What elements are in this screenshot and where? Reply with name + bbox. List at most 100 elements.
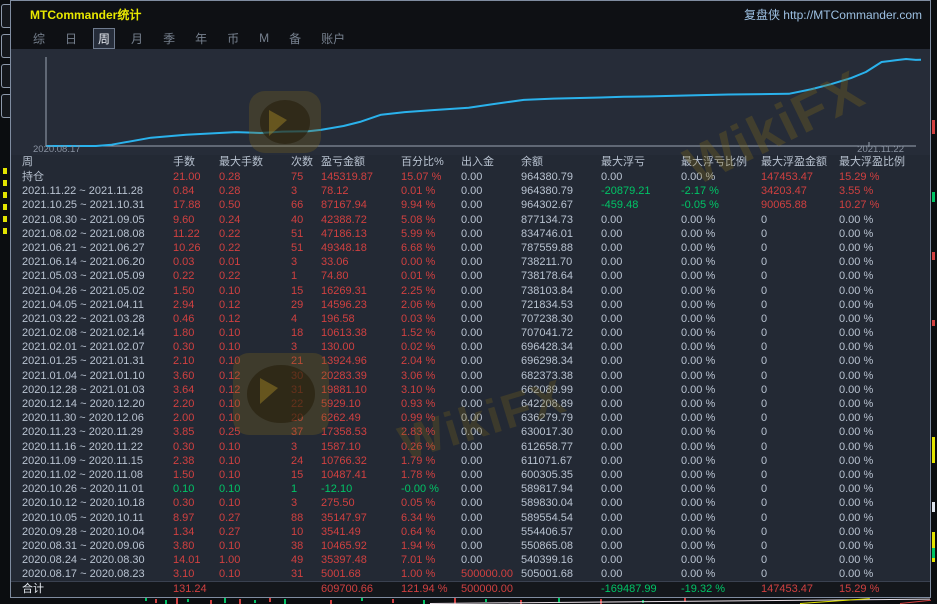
- tab-综[interactable]: 综: [29, 29, 49, 48]
- value-cell: 0.00: [461, 383, 521, 397]
- period-cell: 2021.01.25 ~ 2021.01.31: [22, 354, 173, 368]
- period-cell: 2020.11.16 ~ 2020.11.22: [22, 440, 173, 454]
- balance-curve-svg: [11, 49, 930, 148]
- table-row[interactable]: 2020.08.31 ~ 2020.09.063.800.103810465.9…: [11, 539, 930, 553]
- tab-M[interactable]: M: [255, 30, 273, 46]
- value-cell: 0.00: [461, 340, 521, 354]
- table-row[interactable]: 2020.12.14 ~ 2020.12.202.200.10225929.10…: [11, 397, 930, 411]
- value-cell: 0.00: [461, 511, 521, 525]
- value-cell: 0.00: [461, 397, 521, 411]
- value-cell: 0.00 %: [839, 312, 919, 326]
- background-candle: [254, 600, 256, 603]
- value-cell: 0.00 %: [839, 255, 919, 269]
- value-cell: 最大浮亏比例: [681, 155, 761, 170]
- value-cell: 611071.67: [521, 454, 601, 468]
- background-candle: [932, 252, 935, 260]
- table-row[interactable]: 2021.02.08 ~ 2021.02.141.800.101810613.3…: [11, 326, 930, 340]
- table-row[interactable]: 2020.10.12 ~ 2020.10.180.300.103275.500.…: [11, 496, 930, 510]
- value-cell: 6.34 %: [401, 511, 461, 525]
- value-cell: 0.00: [601, 269, 681, 283]
- table-row[interactable]: 2021.08.30 ~ 2021.09.059.600.244042388.7…: [11, 213, 930, 227]
- tab-周[interactable]: 周: [93, 28, 115, 49]
- value-cell: 88: [291, 511, 321, 525]
- value-cell: 21.00: [173, 170, 219, 184]
- table-row[interactable]: 2020.08.17 ~ 2020.08.233.100.10315001.68…: [11, 567, 930, 581]
- value-cell: 0.01: [219, 255, 291, 269]
- value-cell: 589554.54: [521, 511, 601, 525]
- value-cell: 0.00: [461, 170, 521, 184]
- table-row[interactable]: 2021.01.04 ~ 2021.01.103.600.123020283.3…: [11, 369, 930, 383]
- value-cell: 0.01 %: [401, 184, 461, 198]
- table-row[interactable]: 2021.11.22 ~ 2021.11.280.840.28378.120.0…: [11, 184, 930, 198]
- value-cell: 0.00 %: [839, 340, 919, 354]
- value-cell: 0.00 %: [681, 298, 761, 312]
- table-row[interactable]: 2020.10.26 ~ 2020.11.010.100.101-12.10-0…: [11, 482, 930, 496]
- period-cell: 2021.02.08 ~ 2021.02.14: [22, 326, 173, 340]
- value-cell: 0.00: [601, 298, 681, 312]
- value-cell: 0.00 %: [681, 269, 761, 283]
- period-cell: 2021.02.01 ~ 2021.02.07: [22, 340, 173, 354]
- total-row[interactable]: 合计131.24609700.66121.94 %500000.00-16948…: [11, 581, 930, 596]
- background-candle: [423, 600, 425, 604]
- table-row[interactable]: 2021.10.25 ~ 2021.10.3117.880.506687167.…: [11, 198, 930, 212]
- table-row[interactable]: 2020.11.30 ~ 2020.12.062.000.10206262.49…: [11, 411, 930, 425]
- value-cell: 0.00: [601, 213, 681, 227]
- value-cell: 3.60: [173, 369, 219, 383]
- tab-日[interactable]: 日: [61, 29, 81, 48]
- period-cell: 2021.05.03 ~ 2021.05.09: [22, 269, 173, 283]
- table-row[interactable]: 2020.11.16 ~ 2020.11.220.300.1031587.100…: [11, 440, 930, 454]
- value-cell: 964302.67: [521, 198, 601, 212]
- value-cell: 0: [761, 354, 839, 368]
- table-row[interactable]: 2021.05.03 ~ 2021.05.090.220.22174.800.0…: [11, 269, 930, 283]
- value-cell: 0.00: [461, 440, 521, 454]
- background-candle: [224, 598, 226, 603]
- table-row[interactable]: 持仓21.000.2875145319.8715.07 %0.00964380.…: [11, 170, 930, 184]
- table-row[interactable]: 2021.03.22 ~ 2021.03.280.460.124196.580.…: [11, 312, 930, 326]
- value-cell: 0.00: [601, 511, 681, 525]
- value-cell: 0.00: [601, 539, 681, 553]
- value-cell: 0.00 %: [839, 539, 919, 553]
- value-cell: 0.00: [461, 198, 521, 212]
- table-row[interactable]: 2020.11.09 ~ 2020.11.152.380.102410766.3…: [11, 454, 930, 468]
- value-cell: 147453.47: [761, 170, 839, 184]
- value-cell: 0.00 %: [839, 354, 919, 368]
- value-cell: 0.00 %: [839, 298, 919, 312]
- period-cell: 2021.08.02 ~ 2021.08.08: [22, 227, 173, 241]
- value-cell: 3.80: [173, 539, 219, 553]
- table-row[interactable]: 2021.04.26 ~ 2021.05.021.500.101516269.3…: [11, 284, 930, 298]
- value-cell: 0: [761, 496, 839, 510]
- value-cell: -0.00 %: [401, 482, 461, 496]
- value-cell: [219, 582, 291, 596]
- tab-季[interactable]: 季: [159, 29, 179, 48]
- tab-账户[interactable]: 账户: [317, 29, 349, 48]
- tab-年[interactable]: 年: [191, 29, 211, 48]
- value-cell: 14596.23: [321, 298, 401, 312]
- value-cell: 196.58: [321, 312, 401, 326]
- table-row[interactable]: 2020.10.05 ~ 2020.10.118.970.278835147.9…: [11, 511, 930, 525]
- value-cell: 10766.32: [321, 454, 401, 468]
- tab-币[interactable]: 币: [223, 29, 243, 48]
- brand-link[interactable]: 复盘侠 http://MTCommander.com: [744, 6, 922, 23]
- tab-月[interactable]: 月: [127, 29, 147, 48]
- table-row[interactable]: 2020.09.28 ~ 2020.10.041.340.27103541.49…: [11, 525, 930, 539]
- value-cell: 3.06 %: [401, 369, 461, 383]
- table-row[interactable]: 2021.08.02 ~ 2021.08.0811.220.225147186.…: [11, 227, 930, 241]
- value-cell: 30: [291, 369, 321, 383]
- tab-备[interactable]: 备: [285, 29, 305, 48]
- table-row[interactable]: 2021.01.25 ~ 2021.01.312.100.102113924.9…: [11, 354, 930, 368]
- table-row[interactable]: 2021.02.01 ~ 2021.02.070.300.103130.000.…: [11, 340, 930, 354]
- value-cell: 0.28: [219, 184, 291, 198]
- value-cell: 0.12: [219, 312, 291, 326]
- table-row[interactable]: 2021.06.21 ~ 2021.06.2710.260.225149348.…: [11, 241, 930, 255]
- table-row[interactable]: 2020.08.24 ~ 2020.08.3014.011.004935397.…: [11, 553, 930, 567]
- value-cell: 0.22: [219, 241, 291, 255]
- value-cell: 盈亏金额: [321, 155, 401, 170]
- background-chart-strip: [0, 598, 937, 604]
- table-row[interactable]: 2020.12.28 ~ 2021.01.033.640.123119881.1…: [11, 383, 930, 397]
- table-row[interactable]: 2021.04.05 ~ 2021.04.112.940.122914596.2…: [11, 298, 930, 312]
- value-cell: 0.10: [219, 496, 291, 510]
- table-row[interactable]: 2021.06.14 ~ 2021.06.200.030.01333.060.0…: [11, 255, 930, 269]
- table-row[interactable]: 2020.11.23 ~ 2020.11.293.850.253717358.5…: [11, 425, 930, 439]
- value-cell: 0.00: [461, 553, 521, 567]
- table-row[interactable]: 2020.11.02 ~ 2020.11.081.500.101510487.4…: [11, 468, 930, 482]
